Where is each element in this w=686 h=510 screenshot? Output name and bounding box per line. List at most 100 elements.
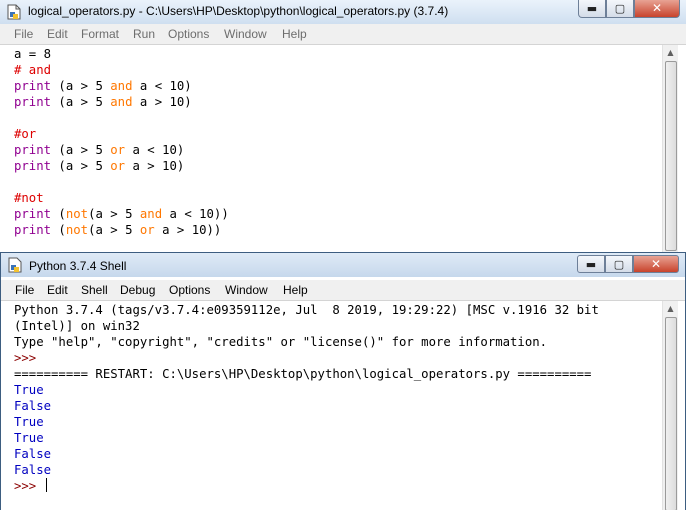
python-shell-icon (8, 257, 22, 273)
code-token: a < 10) (125, 143, 185, 157)
menu-help[interactable]: Help (282, 27, 307, 41)
menu-format[interactable]: Format (81, 27, 119, 41)
code-token: #or (14, 127, 37, 141)
code-line: print (a > 5 and a > 10) (14, 94, 229, 110)
menu-debug[interactable]: Debug (120, 283, 155, 297)
code-token: (a > 5 (51, 79, 111, 93)
menu-options[interactable]: Options (168, 27, 209, 41)
shell-minimize-button[interactable]: ▬ (577, 255, 605, 273)
code-token: (Intel)] on win32 (14, 319, 140, 333)
code-line: #or (14, 126, 229, 142)
editor-text-area[interactable]: a = 8 # and print (a > 5 and a < 10) print … (14, 46, 229, 238)
code-token: ========== RESTART: C:\Users\HP\Desktop\… (14, 367, 592, 381)
menu-window[interactable]: Window (225, 283, 268, 297)
code-token: a < 10)) (162, 207, 229, 221)
editor-menubar: File Edit Format Run Options Window Help (0, 24, 686, 45)
editor-scrollbar[interactable]: ▲ (662, 45, 678, 252)
editor-titlebar[interactable]: logical_operators.py - C:\Users\HP\Deskt… (0, 0, 686, 24)
code-line: print (not(a > 5 or a > 10)) (14, 222, 229, 238)
maximize-icon: ▢ (613, 258, 625, 271)
menu-shell[interactable]: Shell (81, 283, 108, 297)
code-line: False (14, 462, 599, 478)
code-token: ( (51, 207, 66, 221)
scroll-up-icon[interactable]: ▲ (663, 45, 678, 60)
menu-edit[interactable]: Edit (47, 283, 68, 297)
editor-title: logical_operators.py - C:\Users\HP\Deskt… (28, 4, 449, 18)
menu-help[interactable]: Help (283, 283, 308, 297)
shell-prompt: >>> (14, 479, 44, 493)
shell-close-button[interactable]: ✕ (633, 255, 679, 273)
editor-maximize-button[interactable]: ▢ (606, 0, 634, 18)
code-token: ( (51, 223, 66, 237)
code-token: and (139, 207, 163, 221)
code-token: a < 10) (132, 79, 192, 93)
code-token: a = 8 (14, 47, 52, 61)
shell-scrollbar[interactable]: ▲ (662, 301, 678, 510)
menu-edit[interactable]: Edit (47, 27, 68, 41)
code-token: False (14, 463, 52, 477)
minimize-icon: ▬ (585, 258, 597, 271)
shell-menubar: File Edit Shell Debug Options Window Hel… (1, 280, 685, 301)
shell-scroll-thumb[interactable] (665, 317, 677, 510)
code-token: #not (14, 191, 44, 205)
code-token: or (139, 223, 155, 237)
menu-window[interactable]: Window (224, 27, 267, 41)
code-token: (a > 5 (88, 223, 140, 237)
code-token: print (14, 207, 52, 221)
shell-maximize-button[interactable]: ▢ (605, 255, 633, 273)
code-token: print (14, 95, 52, 109)
code-token: or (110, 143, 126, 157)
code-token: and (110, 95, 133, 109)
code-line: False (14, 398, 599, 414)
code-line: print (not(a > 5 and a < 10)) (14, 206, 229, 222)
shell-titlebar[interactable]: Python 3.7.4 Shell ▬ ▢ ✕ (1, 252, 685, 277)
shell-window: Python 3.7.4 Shell ▬ ▢ ✕ File Edit Shell… (0, 252, 686, 510)
code-line: False (14, 446, 599, 462)
code-token: True (14, 383, 44, 397)
maximize-icon: ▢ (614, 2, 626, 15)
code-line: >>> (14, 350, 599, 366)
code-token: print (14, 143, 52, 157)
menu-file[interactable]: File (15, 283, 34, 297)
menu-options[interactable]: Options (169, 283, 210, 297)
code-token: False (14, 399, 52, 413)
code-token: Python 3.7.4 (tags/v3.7.4:e09359112e, Ju… (14, 303, 599, 317)
scroll-up-icon[interactable]: ▲ (663, 301, 678, 316)
code-line: Type "help", "copyright", "credits" or "… (14, 334, 599, 350)
code-line: Python 3.7.4 (tags/v3.7.4:e09359112e, Ju… (14, 302, 599, 318)
code-token: not (65, 207, 89, 221)
code-token: print (14, 159, 52, 173)
close-icon: ✕ (651, 1, 663, 15)
menu-file[interactable]: File (14, 27, 33, 41)
idle-file-icon (7, 4, 21, 20)
code-token: print (14, 79, 52, 93)
code-line: True (14, 382, 599, 398)
code-token: a > 10) (125, 159, 185, 173)
code-line: ========== RESTART: C:\Users\HP\Desktop\… (14, 366, 599, 382)
code-token: not (65, 223, 89, 237)
shell-prompt-line[interactable]: >>> (14, 478, 599, 494)
editor-minimize-button[interactable]: ▬ (578, 0, 606, 18)
code-line: a = 8 (14, 46, 229, 62)
shell-title: Python 3.7.4 Shell (29, 259, 127, 273)
code-token: a > 10) (132, 95, 192, 109)
code-line: print (a > 5 and a < 10) (14, 78, 229, 94)
code-line: True (14, 414, 599, 430)
code-token: (a > 5 (51, 95, 111, 109)
code-token: (a > 5 (51, 159, 111, 173)
editor-window: logical_operators.py - C:\Users\HP\Deskt… (0, 0, 686, 252)
code-token: >>> (14, 351, 44, 365)
code-line: # and (14, 62, 229, 78)
editor-close-button[interactable]: ✕ (634, 0, 680, 18)
editor-scroll-thumb[interactable] (665, 61, 677, 251)
minimize-icon: ▬ (586, 2, 598, 15)
code-line: True (14, 430, 599, 446)
close-icon: ✕ (650, 257, 662, 271)
code-token: (a > 5 (88, 207, 140, 221)
menu-run[interactable]: Run (133, 27, 155, 41)
code-token: True (14, 415, 44, 429)
code-token: True (14, 431, 44, 445)
shell-text-area[interactable]: Python 3.7.4 (tags/v3.7.4:e09359112e, Ju… (14, 302, 599, 494)
